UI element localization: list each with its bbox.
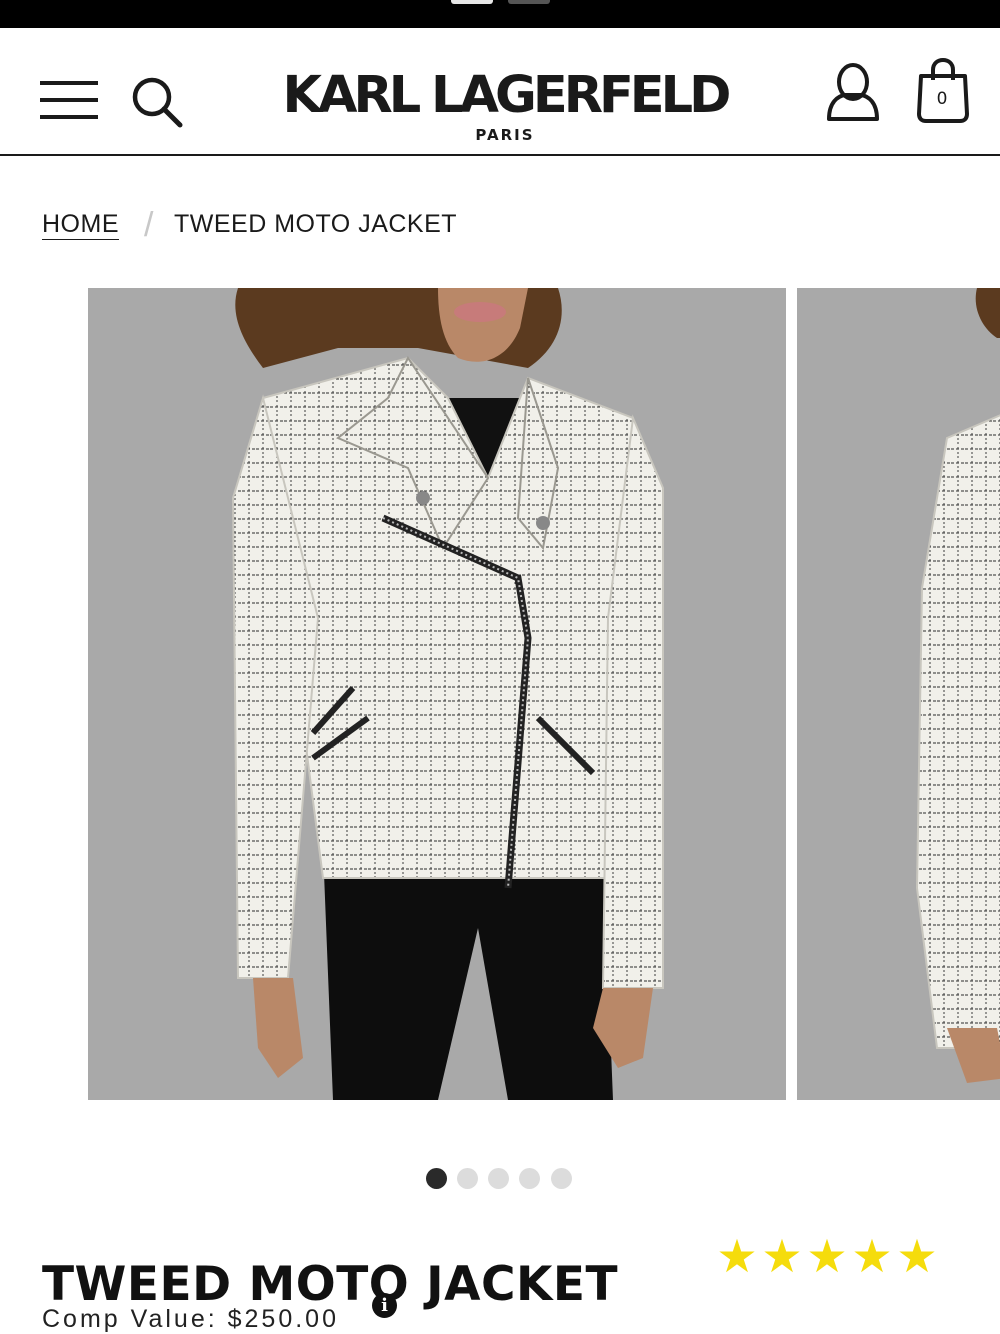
status-bar: [0, 0, 1000, 28]
brand-logo[interactable]: KARL LAGERFELD PARIS: [255, 66, 755, 145]
status-indicator: [508, 0, 550, 4]
breadcrumb-current: TWEED MOTO JACKET: [174, 210, 458, 238]
star-icon: ★: [851, 1230, 893, 1282]
pagination-dot[interactable]: [426, 1168, 447, 1189]
comp-value: Comp Value: $250.00: [42, 1305, 339, 1333]
status-indicator: [451, 0, 493, 4]
star-icon: ★: [716, 1230, 758, 1282]
breadcrumb-separator: /: [144, 206, 154, 244]
pagination-dot[interactable]: [519, 1168, 540, 1189]
pagination-dot[interactable]: [551, 1168, 572, 1189]
shopping-bag-icon[interactable]: 0: [914, 57, 972, 124]
star-icon: ★: [761, 1230, 803, 1282]
pagination-dot[interactable]: [488, 1168, 509, 1189]
pagination-dot[interactable]: [457, 1168, 478, 1189]
info-icon[interactable]: i: [372, 1293, 397, 1318]
site-header: KARL LAGERFELD PARIS 0: [0, 28, 1000, 156]
account-icon[interactable]: [824, 62, 882, 122]
star-icon: ★: [806, 1230, 848, 1282]
gallery-pagination: [426, 1168, 576, 1190]
star-rating[interactable]: ★ ★ ★ ★ ★: [716, 1230, 946, 1282]
product-image[interactable]: [88, 288, 786, 1100]
breadcrumb-home-link[interactable]: HOME: [42, 210, 119, 239]
brand-name: KARL LAGERFELD: [282, 66, 732, 125]
search-icon[interactable]: [128, 73, 184, 129]
brand-subtitle: PARIS: [475, 126, 535, 144]
product-image-gallery[interactable]: [0, 288, 1000, 1100]
bag-count: 0: [936, 89, 948, 109]
product-image-next[interactable]: [797, 288, 1000, 1100]
menu-icon[interactable]: [40, 81, 100, 123]
star-icon: ★: [896, 1230, 938, 1282]
